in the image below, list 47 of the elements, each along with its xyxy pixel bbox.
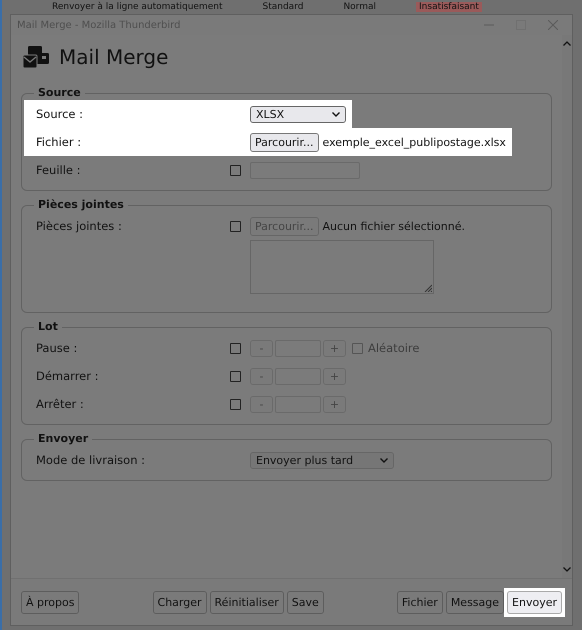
- field-label: Pièces jointes :: [35, 219, 123, 233]
- app-title: Mail Merge: [59, 45, 168, 69]
- chevron-down-icon: [380, 458, 388, 462]
- section-title: Envoyer: [34, 432, 92, 446]
- field-label: Feuille :: [35, 163, 82, 177]
- footer-button[interactable]: Fichier: [396, 590, 443, 614]
- field-label: Mode de livraison :: [35, 453, 146, 467]
- checkbox[interactable]: [230, 164, 241, 176]
- checkbox[interactable]: [230, 342, 241, 354]
- checkbox-label: Aléatoire: [368, 341, 420, 355]
- footer-button[interactable]: À propos: [21, 590, 80, 614]
- footer-button[interactable]: Message: [446, 590, 504, 614]
- dropdown[interactable]: Envoyer plus tard: [250, 452, 394, 468]
- scroll-up-icon[interactable]: [563, 41, 571, 46]
- decrement-button[interactable]: -: [250, 340, 273, 356]
- file-name: Aucun fichier sélectionné.: [322, 220, 465, 232]
- increment-button[interactable]: +: [323, 396, 346, 412]
- spreadsheet-cell-text: Renvoyer à la ligne automatiquement: [52, 2, 222, 12]
- close-icon[interactable]: [548, 20, 558, 30]
- browse-button[interactable]: Parcourir...: [250, 132, 318, 152]
- decrement-button[interactable]: -: [250, 396, 273, 412]
- spreadsheet-cell-text: Standard: [262, 2, 304, 12]
- field-label: Source :: [35, 107, 84, 121]
- spreadsheet-cell-text: Insatisfaisant: [416, 2, 482, 12]
- decrement-button[interactable]: -: [250, 368, 273, 384]
- field-label: Fichier :: [35, 135, 82, 149]
- resize-grip-icon: [424, 284, 432, 292]
- dropdown[interactable]: XLSX: [250, 106, 346, 122]
- footer-button[interactable]: Envoyer: [507, 590, 562, 614]
- field-label: Arrêter :: [35, 397, 85, 411]
- checkbox[interactable]: [230, 370, 241, 382]
- section-title: Pièces jointes: [34, 198, 128, 212]
- scroll-down-icon[interactable]: [563, 567, 571, 572]
- chevron-down-icon: [332, 112, 340, 116]
- spreadsheet-cell-text: Normal: [343, 2, 376, 12]
- field-label: Pause :: [35, 341, 78, 355]
- text-area[interactable]: [250, 240, 434, 294]
- footer-button[interactable]: Réinitialiser: [210, 590, 284, 614]
- increment-button[interactable]: +: [323, 340, 346, 356]
- envelopes-icon: [23, 46, 49, 68]
- field-label: Démarrer :: [35, 369, 100, 383]
- footer-button[interactable]: Save: [286, 590, 324, 614]
- increment-button[interactable]: +: [323, 368, 346, 384]
- footer-button[interactable]: Charger: [152, 590, 207, 614]
- checkbox[interactable]: [230, 398, 241, 410]
- file-name: exemple_excel_publipostage.xlsx: [322, 136, 506, 148]
- checkbox[interactable]: [352, 342, 363, 354]
